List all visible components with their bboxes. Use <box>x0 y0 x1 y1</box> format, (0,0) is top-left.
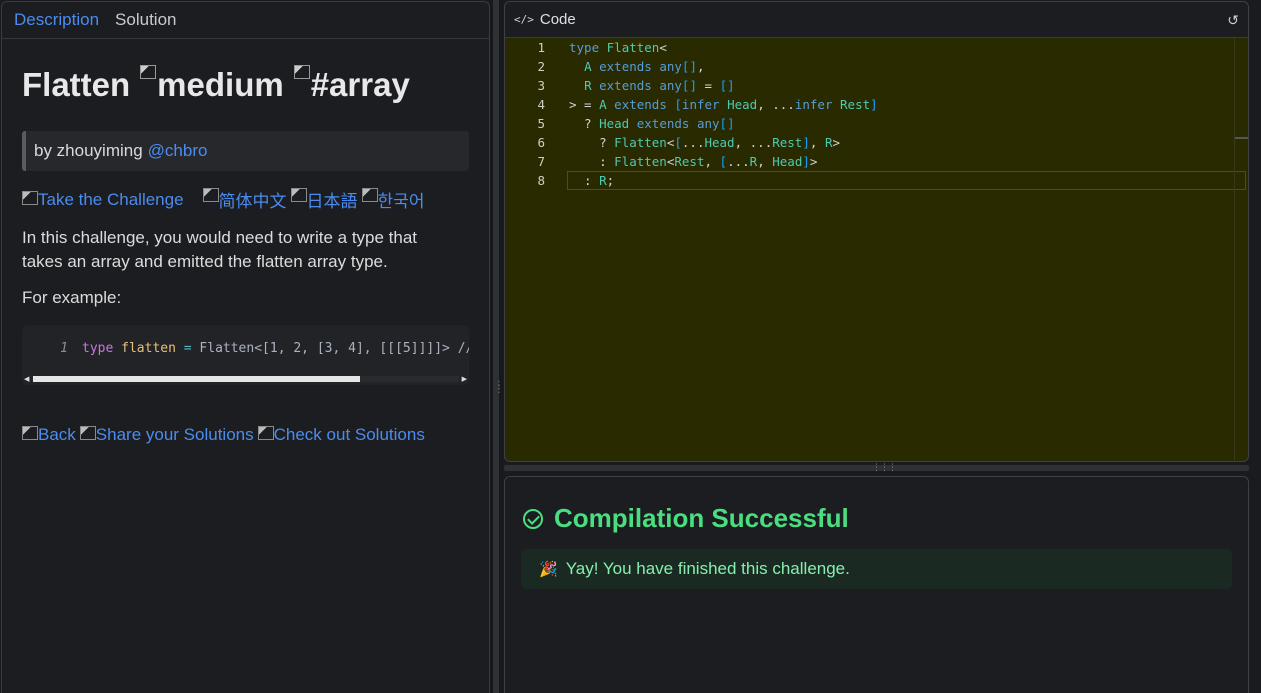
example-line-number: 1 <box>60 341 68 356</box>
lang-ko-label: 한국어 <box>377 192 425 211</box>
tag-badge-alt: #array <box>310 66 410 103</box>
tab-description[interactable]: Description <box>14 10 99 30</box>
editor-code-line[interactable]: : Flatten<Rest, [...R, Head]> <box>569 154 817 169</box>
editor-code-line[interactable]: type Flatten< <box>569 40 667 55</box>
broken-image-icon <box>257 426 274 440</box>
code-editor-panel: </> Code ↺ 1 type Flatten< 2 A extends any… <box>504 1 1249 462</box>
tag-badge: #array <box>293 65 410 105</box>
check-circle-icon <box>523 508 543 529</box>
broken-image-icon <box>293 65 310 79</box>
current-line-highlight <box>567 171 1246 190</box>
example-identifier: flatten <box>121 341 176 356</box>
drag-handle-icon[interactable]: ⋮ ⋮ <box>494 381 504 395</box>
code-icon: </> <box>514 13 534 26</box>
result-panel: Compilation Successful 🎉 Yay! You have f… <box>504 476 1249 693</box>
example-expression: Flatten<[1, 2, [3, 4], [[[5]]]]> // <box>199 341 469 356</box>
editor-line-number: 2 <box>537 59 545 74</box>
back-label: Back <box>38 425 76 444</box>
broken-image-icon <box>290 188 307 202</box>
author-prefix: by zhouyiming <box>34 141 143 160</box>
example-code-line: 1 type flatten = Flatten<[1, 2, [3, 4], [… <box>22 341 469 356</box>
lang-zh-link[interactable]: 简体中文 <box>202 187 287 212</box>
example-label: For example: <box>22 288 122 307</box>
editor-code-line[interactable]: R extends any[] = [] <box>569 78 735 93</box>
example-keyword: type <box>82 341 114 356</box>
broken-image-icon <box>79 426 96 440</box>
result-title: Compilation Successful <box>554 503 849 533</box>
broken-image-icon <box>22 426 38 440</box>
broken-image-icon <box>361 188 378 202</box>
editor-scroll-marker[interactable] <box>1235 137 1248 139</box>
author-link[interactable]: @chbro <box>148 141 208 161</box>
reset-icon[interactable]: ↺ <box>1227 12 1239 29</box>
check-solutions-label: Check out Solutions <box>273 425 425 444</box>
tab-solution[interactable]: Solution <box>115 10 176 30</box>
success-message: 🎉 Yay! You have finished this challenge. <box>521 549 1232 589</box>
back-link[interactable]: Back <box>22 425 76 445</box>
editor-line-number: 1 <box>537 40 545 55</box>
editor-code-line[interactable]: : R; <box>569 173 614 188</box>
editor-code-line[interactable]: > = A extends [infer Head, ...infer Rest… <box>569 97 878 112</box>
bottom-links: Back Share your Solutions Check out Solu… <box>22 425 469 445</box>
editor-code-line[interactable]: ? Head extends any[] <box>569 116 735 131</box>
share-solutions-link[interactable]: Share your Solutions <box>79 425 254 445</box>
editor-line-number: 5 <box>537 116 545 131</box>
description-panel: Description Solution Flatten medium #arr… <box>1 1 490 693</box>
panel-tabs: Description Solution <box>2 2 489 39</box>
scroll-right-icon[interactable]: ▶ <box>462 375 467 383</box>
take-challenge-link[interactable]: Take the Challenge <box>22 190 184 210</box>
take-challenge-label: Take the Challenge <box>38 189 184 209</box>
difficulty-badge-alt: medium <box>157 66 284 103</box>
example-operator: = <box>183 341 192 356</box>
result-header: Compilation Successful <box>523 503 849 534</box>
broken-image-icon <box>202 188 219 202</box>
lang-zh-label: 简体中文 <box>218 192 287 211</box>
vertical-splitter[interactable]: ⋮ ⋮ <box>490 0 504 693</box>
broken-image-icon <box>22 190 38 205</box>
editor-code-line[interactable]: A extends any[], <box>569 59 704 74</box>
author-blockquote: by zhouyiming @chbro <box>22 131 469 171</box>
horizontal-splitter[interactable]: ⋮⋮⋮ <box>504 462 1249 473</box>
scrollbar-thumb[interactable] <box>33 376 360 382</box>
challenge-intro: In this challenge, you would need to wri… <box>22 228 418 271</box>
editor-line-number: 3 <box>537 78 545 93</box>
party-popper-icon: 🎉 <box>539 561 558 578</box>
scroll-left-icon[interactable]: ◀ <box>24 375 29 383</box>
code-horizontal-scrollbar[interactable]: ◀ ▶ <box>24 375 467 383</box>
example-code-block: 1 type flatten = Flatten<[1, 2, [3, 4], [… <box>22 325 469 385</box>
difficulty-badge: medium <box>140 65 284 105</box>
drag-handle-icon[interactable]: ⋮⋮⋮ <box>872 462 897 473</box>
editor-line-number: 8 <box>537 173 545 188</box>
editor-line-number: 7 <box>537 154 545 169</box>
broken-image-icon <box>140 65 157 79</box>
lang-ja-link[interactable]: 日本語 <box>290 187 358 212</box>
splitter-bar[interactable] <box>493 0 499 693</box>
editor-header: </> Code ↺ <box>505 2 1248 38</box>
challenge-title: Flatten medium #array <box>22 61 469 105</box>
lang-ko-link[interactable]: 한국어 <box>361 187 425 212</box>
editor-vertical-ruler <box>1234 38 1235 461</box>
editor-line-number: 4 <box>537 97 545 112</box>
lang-ja-label: 日本語 <box>306 192 358 211</box>
challenge-title-text: Flatten <box>22 66 131 103</box>
share-solutions-label: Share your Solutions <box>95 425 254 444</box>
success-message-text: Yay! You have finished this challenge. <box>565 559 850 578</box>
editor-line-number: 6 <box>537 135 545 150</box>
check-solutions-link[interactable]: Check out Solutions <box>257 425 425 445</box>
challenge-links: Take the Challenge 简体中文 日本語 한국어 <box>22 187 469 212</box>
editor-title: Code <box>539 11 576 28</box>
editor-code-line[interactable]: ? Flatten<[...Head, ...Rest], R> <box>569 135 840 150</box>
